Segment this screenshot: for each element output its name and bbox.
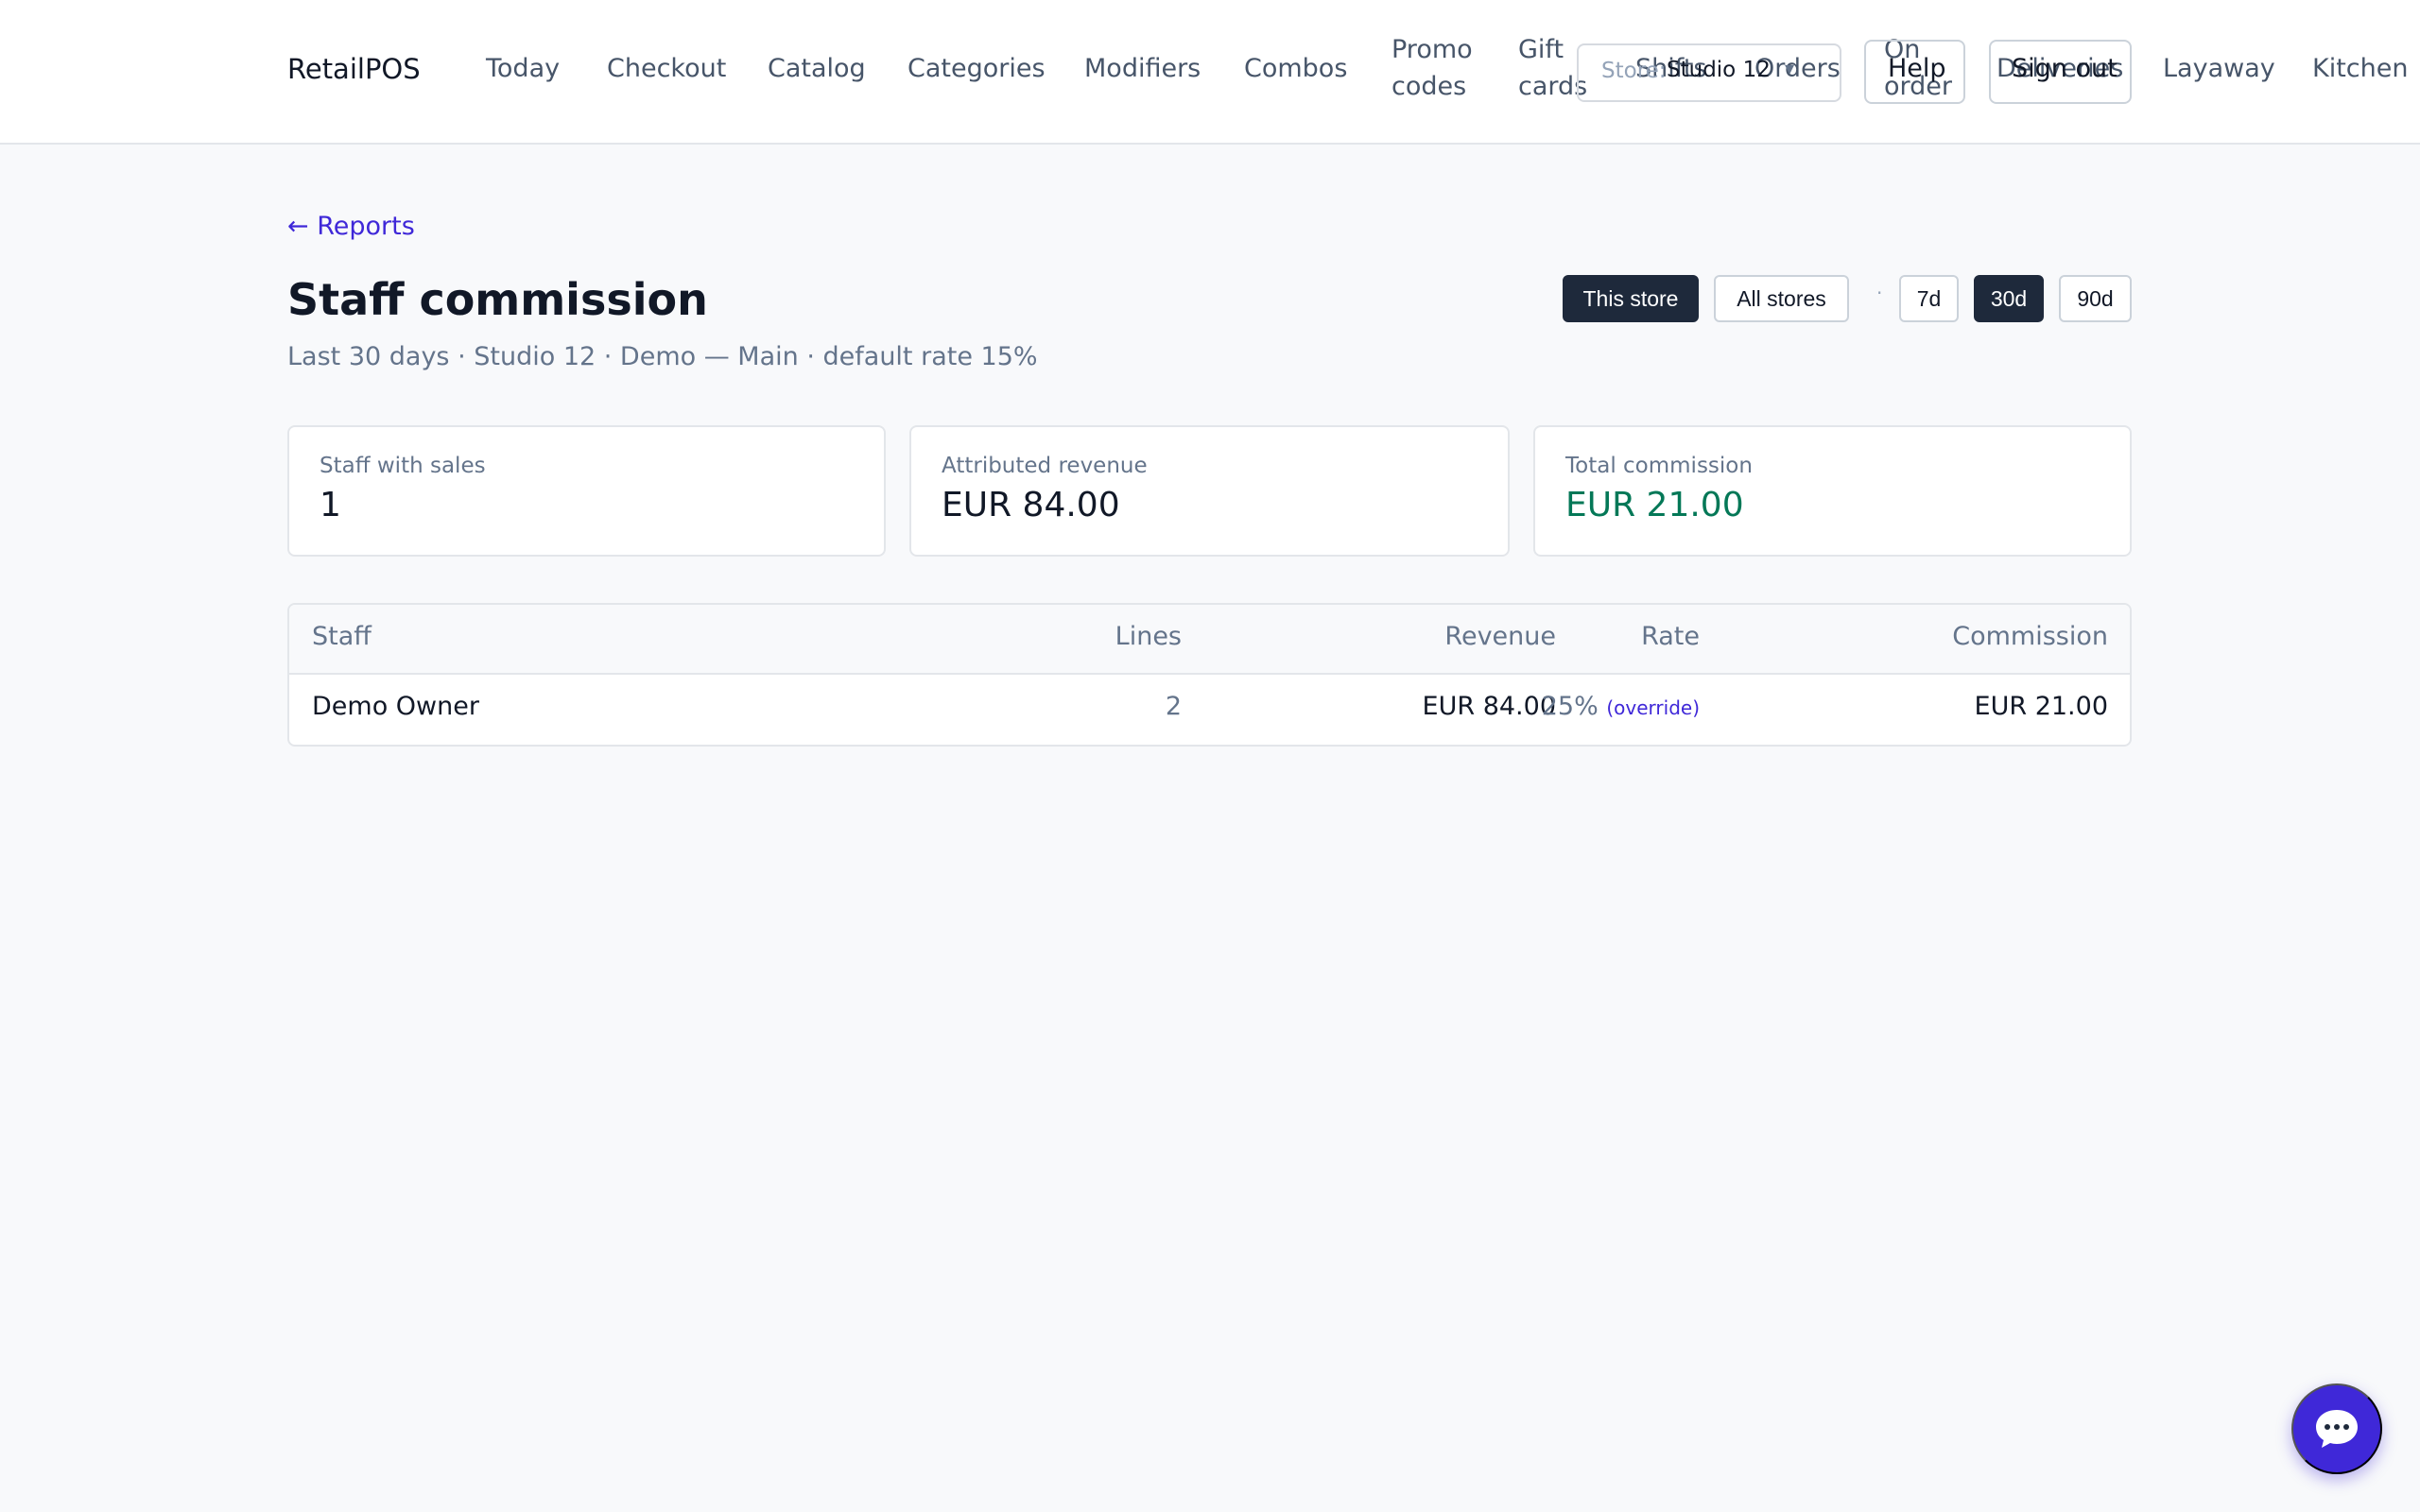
help-button-label[interactable]: Help — [1888, 50, 1946, 87]
chevron-down-icon[interactable]: ▾ — [1785, 57, 1794, 79]
sign-out-button-label[interactable]: Sign out — [2012, 50, 2118, 87]
cell-revenue: EUR 84.00 — [1422, 692, 1556, 721]
store-select-value[interactable]: Studio 12 — [1667, 58, 1771, 82]
filter-separator: · — [1876, 282, 1883, 304]
cell-rate: 25% (override) — [1542, 692, 1700, 721]
cell-lines: 2 — [1165, 692, 1182, 721]
nav-promo-codes[interactable]: Promo codes — [1392, 31, 1477, 105]
range-30d-button[interactable]: 30d — [1974, 275, 2044, 322]
nav-checkout[interactable]: Checkout — [607, 50, 726, 87]
top-navigation-bar: RetailPOS Today Checkout Catalog Categor… — [0, 0, 2420, 145]
range-90d-button[interactable]: 90d — [2059, 275, 2132, 322]
nav-categories[interactable]: Categories — [908, 50, 1046, 87]
nav-catalog[interactable]: Catalog — [768, 50, 866, 87]
rate-override-note: (override) — [1606, 696, 1700, 719]
stat-value: EUR 21.00 — [1565, 486, 1744, 524]
stat-label: Staff with sales — [320, 454, 486, 478]
cell-commission: EUR 21.00 — [1974, 692, 2108, 721]
page-title: Staff commission — [287, 274, 708, 325]
column-header-revenue: Revenue — [1444, 622, 1556, 651]
nav-today[interactable]: Today — [486, 50, 560, 87]
stat-label: Attributed revenue — [942, 454, 1148, 478]
stat-label: Total commission — [1565, 454, 1753, 478]
nav-gift-cards[interactable]: Gift cards — [1518, 31, 1587, 105]
page-subtitle: Last 30 days · Studio 12 · Demo — Main ·… — [287, 342, 1038, 371]
chat-bubble-icon — [2316, 1410, 2358, 1448]
brand-logo[interactable]: RetailPOS — [287, 53, 421, 85]
nav-layaway[interactable]: Layaway — [2163, 50, 2275, 87]
nav-modifiers[interactable]: Modifiers — [1084, 50, 1201, 87]
cell-staff: Demo Owner — [312, 692, 479, 721]
stat-value: 1 — [320, 486, 341, 524]
back-to-reports-link[interactable]: ← Reports — [287, 212, 415, 241]
scope-all-stores-button[interactable]: All stores — [1714, 275, 1849, 322]
stat-card-total-commission: Total commission EUR 21.00 — [1533, 425, 2132, 557]
nav-combos[interactable]: Combos — [1244, 50, 1347, 87]
scope-this-store-button[interactable]: This store — [1563, 275, 1699, 322]
stat-card-staff-with-sales: Staff with sales 1 — [287, 425, 886, 557]
store-select-label: Store: — [1601, 59, 1667, 83]
range-7d-button[interactable]: 7d — [1899, 275, 1959, 322]
table-header — [289, 605, 2130, 675]
column-header-staff: Staff — [312, 622, 372, 651]
staff-commission-table: Staff Lines Revenue Rate Commission Demo… — [287, 603, 2132, 747]
chat-support-button[interactable] — [2291, 1383, 2382, 1474]
column-header-rate: Rate — [1641, 622, 1700, 651]
rate-value: 25% — [1541, 692, 1599, 721]
column-header-commission: Commission — [1952, 622, 2108, 651]
stat-value: EUR 84.00 — [942, 486, 1120, 524]
nav-kitchen[interactable]: Kitchen — [2312, 50, 2408, 87]
column-header-lines: Lines — [1115, 622, 1182, 651]
stat-card-attributed-revenue: Attributed revenue EUR 84.00 — [909, 425, 1510, 557]
